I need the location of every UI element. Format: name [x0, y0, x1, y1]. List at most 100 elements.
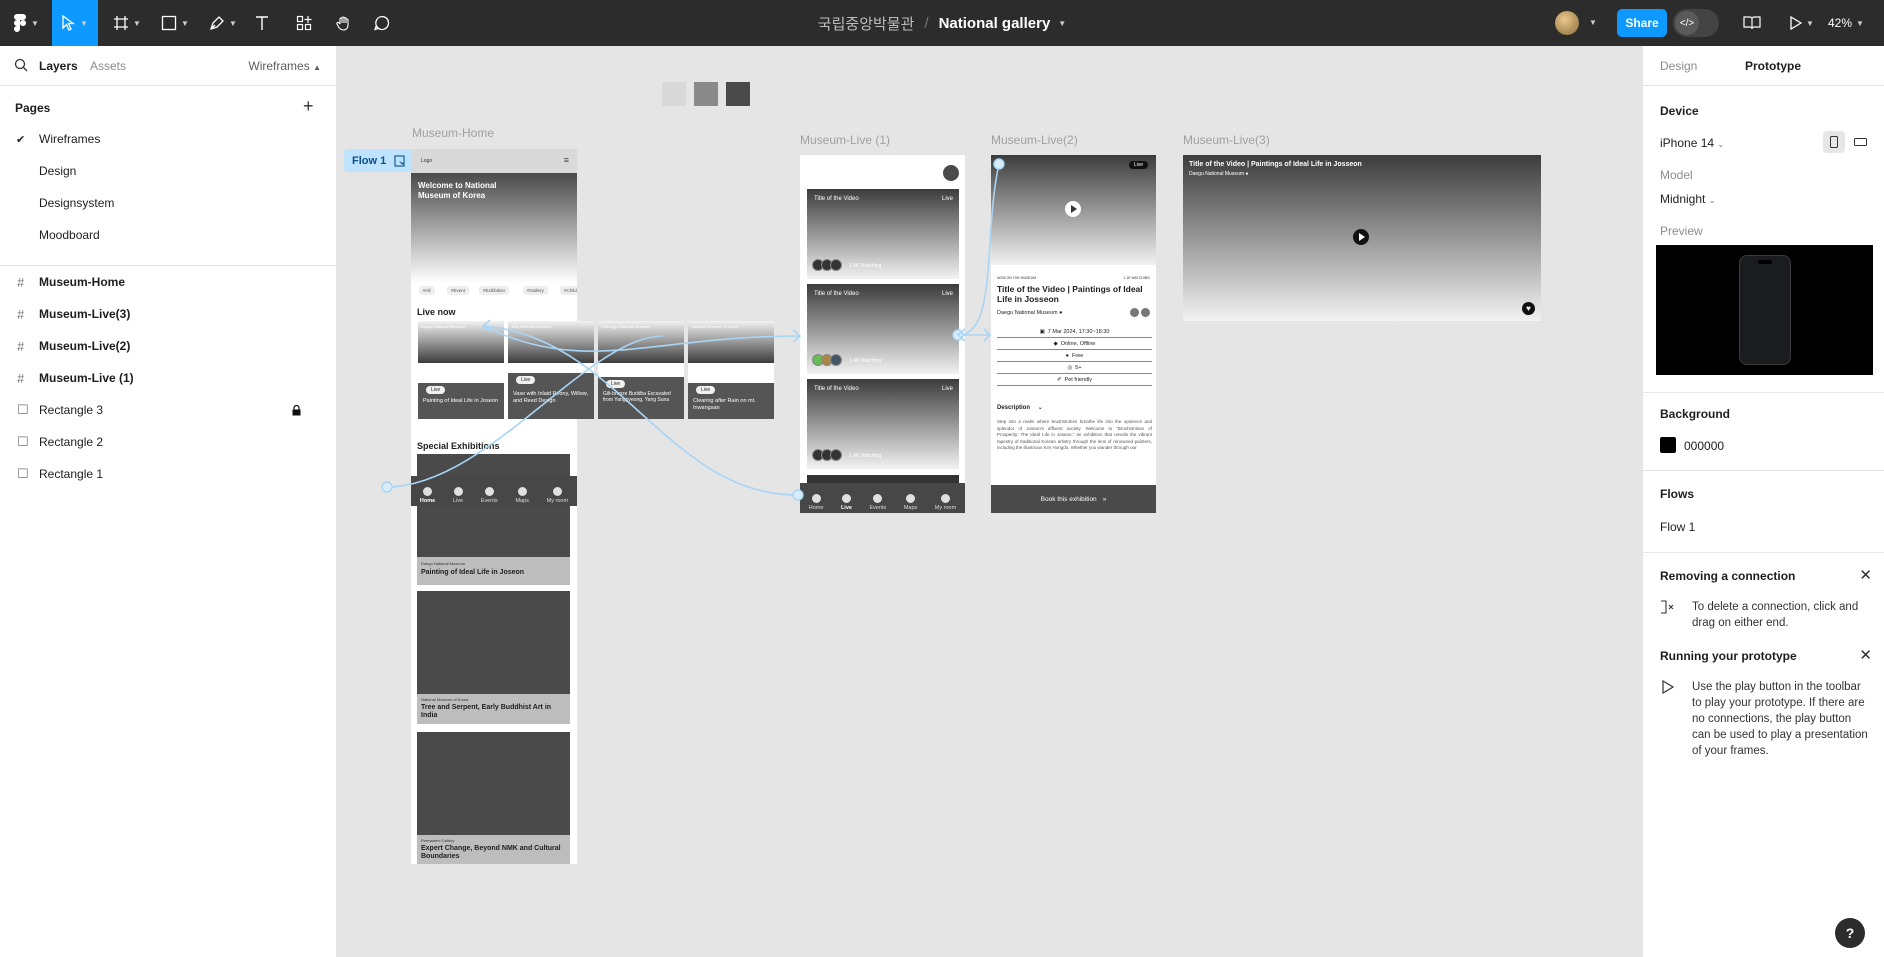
phone-mockup — [1739, 255, 1791, 365]
main-menu-button[interactable]: ▼ — [8, 0, 44, 46]
landscape-icon — [1853, 138, 1867, 146]
tab-assets[interactable]: Assets — [90, 59, 126, 73]
page-item-designsystem[interactable]: Designsystem — [0, 187, 336, 219]
frame-icon — [114, 16, 129, 30]
layers-panel: Layers Assets Wireframes ▲ Pages + ✔ Wir… — [0, 46, 337, 957]
canvas[interactable]: Flow 1 Museum-Home Logo ≡ Welcome to Nat… — [338, 46, 1642, 957]
tip-body: Use the play button in the toolbar to pl… — [1692, 681, 1868, 757]
lock-icon[interactable] — [292, 404, 301, 416]
dev-mode-toggle[interactable]: </> — [1673, 9, 1719, 37]
layer-museum-live-1[interactable]: # Museum-Live (1) — [0, 362, 336, 394]
help-button[interactable]: ? — [1835, 918, 1865, 948]
hand-tool-button[interactable] — [332, 0, 356, 46]
page-label: Designsystem — [39, 196, 115, 210]
frame-icon: # — [17, 370, 25, 386]
flow-item[interactable]: Flow 1 — [1660, 520, 1695, 534]
layer-label: Rectangle 3 — [39, 403, 104, 417]
landscape-orientation-button[interactable] — [1849, 131, 1871, 153]
device-preview — [1656, 245, 1873, 375]
chevron-down-icon[interactable]: ▼ — [1589, 18, 1597, 27]
tip-title: Removing a connection — [1660, 569, 1796, 583]
play-icon — [1662, 680, 1674, 694]
book-icon — [1743, 16, 1761, 30]
rectangle-icon: ☐ — [17, 434, 29, 449]
flows-heading: Flows — [1660, 487, 1695, 501]
rectangle-icon — [161, 15, 177, 31]
section-divider — [1643, 392, 1884, 393]
prototype-connections[interactable] — [338, 46, 1642, 957]
close-icon[interactable]: ✕ — [1859, 566, 1872, 584]
page-selector-label: Wireframes — [248, 59, 310, 73]
layer-rectangle-3[interactable]: ☐ Rectangle 3 — [0, 394, 336, 426]
play-icon — [1790, 16, 1803, 30]
pen-tool-button[interactable]: ▼ — [204, 0, 242, 46]
background-hex[interactable]: 000000 — [1684, 439, 1724, 453]
present-button[interactable]: ▼ — [1784, 0, 1820, 46]
toolbar: ▼ ▼ ▼ ▼ ▼ 국립중앙박물관 / National gallery ▼ ▼… — [0, 0, 1884, 46]
connection-wire — [482, 325, 801, 352]
layer-museum-home[interactable]: # Museum-Home — [0, 266, 336, 298]
page-item-wireframes[interactable]: ✔ Wireframes — [0, 123, 336, 155]
portrait-icon — [1830, 136, 1838, 148]
panel-tabs: Layers Assets Wireframes ▲ — [0, 46, 337, 86]
chevron-up-icon: ▲ — [313, 63, 321, 72]
model-value: Midnight — [1660, 192, 1706, 206]
tip-title: Running your prototype — [1660, 649, 1797, 663]
layer-label: Rectangle 1 — [39, 467, 104, 481]
chevron-down-icon: ▼ — [80, 18, 88, 28]
search-icon[interactable] — [14, 58, 28, 72]
frame-icon: # — [17, 338, 25, 354]
frame-tool-button[interactable]: ▼ — [108, 0, 146, 46]
connection-handle — [993, 158, 1005, 170]
page-item-moodboard[interactable]: Moodboard — [0, 219, 336, 251]
page-selector[interactable]: Wireframes ▲ — [248, 59, 321, 73]
figma-logo-icon — [14, 14, 27, 32]
library-button[interactable] — [1740, 0, 1764, 46]
share-button[interactable]: Share — [1617, 9, 1667, 37]
chevron-down-icon: ▼ — [133, 18, 141, 28]
page-item-design[interactable]: Design — [0, 155, 336, 187]
close-icon[interactable]: ✕ — [1859, 646, 1872, 664]
project-name[interactable]: 국립중앙박물관 — [818, 13, 915, 34]
chevron-down-icon: ⌄ — [1717, 140, 1725, 149]
device-select[interactable]: iPhone 14 ⌄ — [1660, 136, 1724, 150]
portrait-orientation-button[interactable] — [1823, 131, 1845, 153]
rectangle-icon: ☐ — [17, 402, 29, 417]
file-name[interactable]: National gallery — [939, 15, 1051, 32]
section-divider — [1643, 470, 1884, 471]
layer-label: Museum-Live(3) — [39, 307, 131, 321]
frame-icon: # — [17, 306, 25, 322]
chevron-down-icon: ▼ — [31, 18, 39, 28]
layer-museum-live-2[interactable]: # Museum-Live(2) — [0, 330, 336, 362]
resources-button[interactable] — [292, 0, 316, 46]
connection-wire — [482, 325, 799, 496]
device-value: iPhone 14 — [1660, 136, 1715, 150]
avatar[interactable] — [1555, 11, 1579, 35]
chevron-down-icon: ▼ — [1806, 18, 1814, 28]
shape-tool-button[interactable]: ▼ — [156, 0, 194, 46]
tab-prototype[interactable]: Prototype — [1745, 59, 1801, 73]
layer-rectangle-1[interactable]: ☐ Rectangle 1 — [0, 458, 336, 490]
connection-wire — [957, 163, 1000, 336]
model-select[interactable]: Midnight ⌄ — [1660, 192, 1715, 206]
tab-layers[interactable]: Layers — [39, 59, 78, 73]
layer-label: Museum-Live(2) — [39, 339, 131, 353]
rectangle-icon: ☐ — [17, 466, 29, 481]
preview-label: Preview — [1660, 224, 1703, 238]
text-tool-button[interactable] — [250, 0, 274, 46]
connection-handle — [381, 481, 393, 493]
background-swatch[interactable] — [1660, 437, 1676, 453]
comment-tool-button[interactable] — [370, 0, 394, 46]
layer-museum-live-3[interactable]: # Museum-Live(3) — [0, 298, 336, 330]
pen-icon — [210, 16, 224, 31]
chevron-down-icon[interactable]: ▼ — [1058, 19, 1066, 28]
tab-design[interactable]: Design — [1660, 59, 1697, 73]
move-tool-button[interactable]: ▼ — [52, 0, 98, 46]
cursor-icon — [62, 15, 75, 31]
zoom-control[interactable]: 42% ▼ — [1828, 0, 1864, 46]
chevron-down-icon: ▼ — [181, 18, 189, 28]
layer-rectangle-2[interactable]: ☐ Rectangle 2 — [0, 426, 336, 458]
layer-label: Rectangle 2 — [39, 435, 104, 449]
properties-panel: Design Prototype Device iPhone 14 ⌄ Mode… — [1642, 46, 1884, 957]
add-page-button[interactable]: + — [303, 96, 314, 117]
